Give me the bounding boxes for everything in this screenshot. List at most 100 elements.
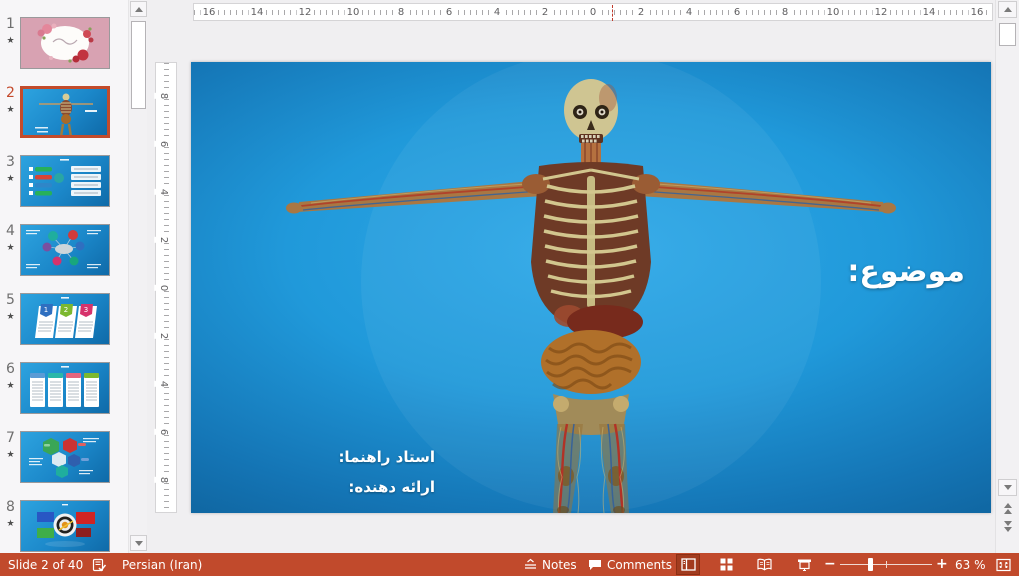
zoom-out-button[interactable]: − <box>824 553 836 576</box>
notes-label: Notes <box>542 558 577 572</box>
slide-sorter-view-button[interactable] <box>714 554 738 575</box>
ruler-label: 0 <box>588 6 598 20</box>
zoom-slider-thumb[interactable] <box>868 558 873 571</box>
ruler-label: 2 <box>154 237 172 243</box>
animation-star-icon: ★ <box>2 104 19 116</box>
spellcheck-icon <box>92 558 107 572</box>
thumbnail-scroll-down-button[interactable] <box>130 535 147 551</box>
scroll-up-button[interactable] <box>998 1 1017 18</box>
svg-text:2: 2 <box>64 306 68 314</box>
ruler-label: 0 <box>154 285 172 291</box>
language-label: Persian (Iran) <box>122 558 202 572</box>
arrow-up-icon <box>1004 7 1012 12</box>
fit-to-window-icon <box>996 558 1011 572</box>
ruler-cursor-indicator <box>612 5 613 21</box>
thumbnail-art-anatomy <box>23 89 109 137</box>
slide-thumbnail-1[interactable]: 1★ <box>0 17 128 73</box>
ruler-label: 4 <box>492 6 502 20</box>
ruler-label: 12 <box>873 6 890 20</box>
ruler-label: 6 <box>154 141 172 147</box>
credit-presenter-text[interactable]: ارائه دهنده: <box>338 472 435 502</box>
comments-button[interactable]: Comments <box>588 553 672 576</box>
thumbnail-scroll-up-button[interactable] <box>130 1 147 17</box>
ruler-label: 8 <box>154 477 172 483</box>
animation-star-icon: ★ <box>2 311 19 323</box>
zoom-percent-label: 63 % <box>955 558 986 572</box>
credit-supervisor-text[interactable]: استاد راهنما: <box>338 442 435 472</box>
slide-number: 7 <box>2 431 19 446</box>
reading-view-icon <box>757 558 772 571</box>
slide-thumbnail-7[interactable]: 7★ <box>0 431 128 487</box>
thumbnail-art-list <box>21 156 107 204</box>
animation-star-icon: ★ <box>2 35 19 47</box>
zoom-in-button[interactable]: + <box>936 553 948 576</box>
slide-thumbnail-8[interactable]: 8★ <box>0 500 128 556</box>
svg-text:3: 3 <box>84 306 88 314</box>
slide-thumbnail-6[interactable]: 6★ <box>0 362 128 418</box>
ruler-label: 10 <box>345 6 362 20</box>
ruler-label: 6 <box>444 6 454 20</box>
previous-slide-button[interactable] <box>998 500 1017 517</box>
zoom-level-button[interactable]: 63 % <box>955 553 986 576</box>
slide-number: 5 <box>2 293 19 308</box>
animation-star-icon: ★ <box>2 518 19 530</box>
double-arrow-up-icon <box>1004 503 1012 508</box>
double-arrow-down-icon <box>1004 521 1012 526</box>
notes-icon <box>524 558 537 571</box>
next-slide-button[interactable] <box>998 518 1017 535</box>
thumbnail-scrollbar[interactable] <box>128 0 147 553</box>
fit-slide-to-window-button[interactable] <box>996 553 1011 576</box>
main-scrollbar-thumb[interactable] <box>999 23 1016 46</box>
normal-view-button[interactable] <box>676 554 700 575</box>
slide-number: 6 <box>2 362 19 377</box>
slide-sorter-icon <box>720 558 733 571</box>
double-arrow-up-icon <box>1004 509 1012 514</box>
ruler-label: 16 <box>969 6 986 20</box>
status-bar: Slide 2 of 40 Persian (Iran) Notes Comme… <box>0 553 1019 576</box>
arrow-up-icon <box>135 7 143 12</box>
vertical-ruler[interactable]: 864202468 <box>155 62 177 513</box>
slide-thumbnail-4[interactable]: 4★ <box>0 224 128 280</box>
plus-icon: + <box>936 553 948 576</box>
ruler-label: 14 <box>921 6 938 20</box>
spellcheck-button[interactable] <box>92 553 107 576</box>
animation-star-icon: ★ <box>2 380 19 392</box>
normal-view-icon <box>681 558 696 571</box>
notes-button[interactable]: Notes <box>524 553 577 576</box>
slide-number: 1 <box>2 17 19 32</box>
thumbnail-art-floral <box>21 18 109 68</box>
main-vertical-scrollbar[interactable] <box>995 0 1019 553</box>
scroll-down-button[interactable] <box>998 479 1017 496</box>
slide-thumbnail-2-selected[interactable]: 2★ <box>0 86 128 142</box>
slide-credits-block[interactable]: استاد راهنما: ارائه دهنده: <box>338 442 435 502</box>
thumbnail-art-target <box>21 501 107 549</box>
slide-thumbnail-3[interactable]: 3★ <box>0 155 128 211</box>
slide-number: 8 <box>2 500 19 515</box>
slideshow-view-button[interactable] <box>792 554 816 575</box>
language-button[interactable]: Persian (Iran) <box>122 553 202 576</box>
minus-icon: − <box>824 553 836 576</box>
thumbnail-art-columns <box>21 363 107 411</box>
double-arrow-down-icon <box>1004 527 1012 532</box>
ruler-label: 10 <box>825 6 842 20</box>
thumbnail-art-hexagons <box>21 432 107 480</box>
slide-indicator[interactable]: Slide 2 of 40 <box>8 553 83 576</box>
ruler-label: 16 <box>201 6 218 20</box>
ruler-label: 6 <box>732 6 742 20</box>
slide-thumbnail-panel: 1★ 2★ <box>0 0 147 553</box>
ruler-label: 8 <box>154 93 172 99</box>
thumbnail-scrollbar-thumb[interactable] <box>131 21 146 109</box>
zoom-slider-center-notch <box>886 561 887 568</box>
comments-icon <box>588 558 602 571</box>
slide-title-text[interactable]: موضوع: <box>847 254 965 289</box>
ruler-label: 12 <box>297 6 314 20</box>
slide-canvas[interactable]: موضوع: استاد راهنما: ارائه دهنده: <box>191 62 991 513</box>
slide-indicator-label: Slide 2 of 40 <box>8 558 83 572</box>
animation-star-icon: ★ <box>2 449 19 461</box>
horizontal-ruler[interactable]: 1614121086420246810121416 <box>193 3 993 21</box>
reading-view-button[interactable] <box>752 554 776 575</box>
slide-thumbnail-5[interactable]: 5 ★ 1 2 3 <box>0 293 128 349</box>
thumbnail-art-numbered-cards: 1 2 3 <box>21 294 107 342</box>
ruler-label: 14 <box>249 6 266 20</box>
animation-star-icon: ★ <box>2 173 19 185</box>
